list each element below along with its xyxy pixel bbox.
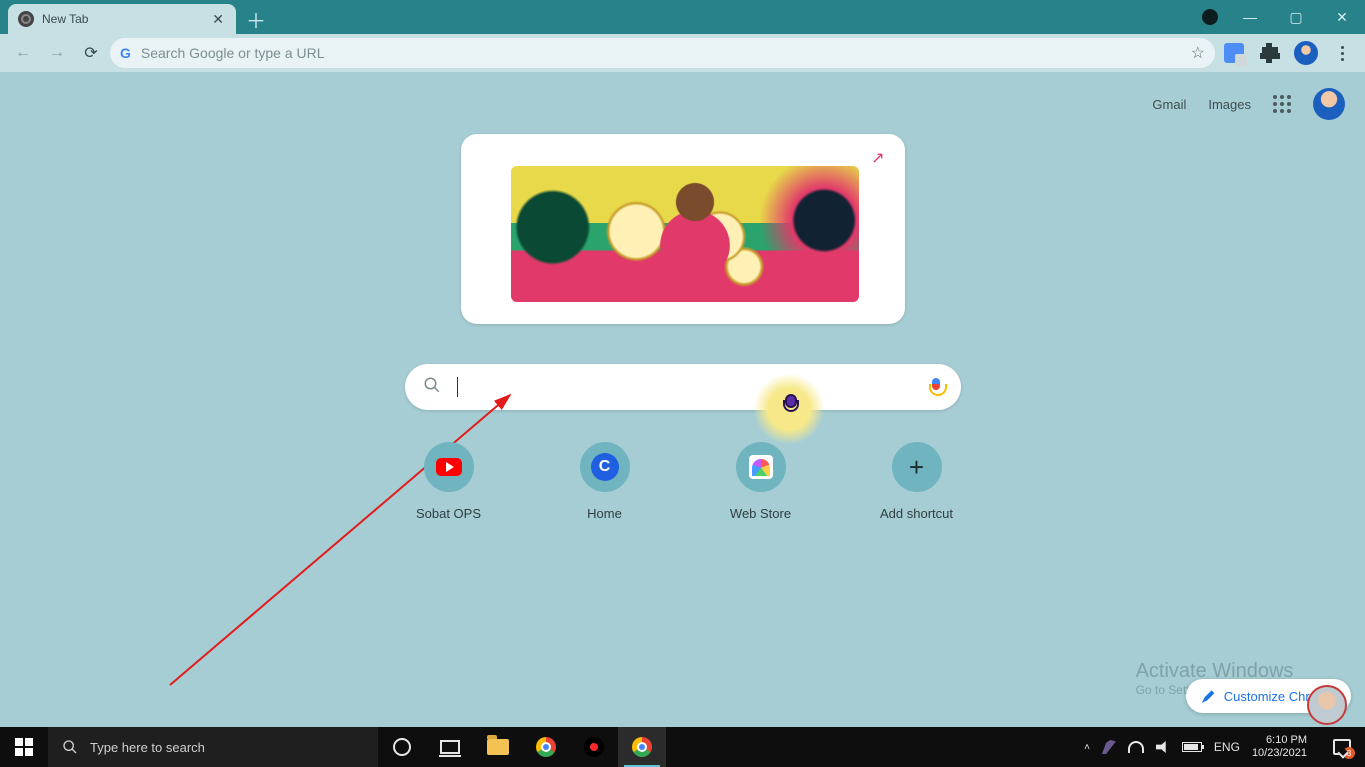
images-link[interactable]: Images xyxy=(1208,97,1251,112)
cortana-icon[interactable] xyxy=(378,727,426,767)
account-avatar-icon[interactable] xyxy=(1313,88,1345,120)
new-tab-button[interactable]: ＋ xyxy=(242,4,270,34)
clock-time: 6:10 PM xyxy=(1252,734,1307,747)
tab-close-icon[interactable]: ✕ xyxy=(212,11,224,28)
shortcut-add[interactable]: + Add shortcut xyxy=(869,442,965,521)
tab-favicon-icon xyxy=(18,11,34,27)
search-icon xyxy=(423,376,441,399)
pencil-icon xyxy=(1202,689,1216,703)
window-update-icon[interactable] xyxy=(1193,0,1227,34)
file-explorer-icon[interactable] xyxy=(474,727,522,767)
extensions-icon[interactable] xyxy=(1255,38,1285,68)
ntp-top-links: Gmail Images xyxy=(1152,88,1345,120)
shortcut-web-store[interactable]: Web Store xyxy=(713,442,809,521)
profile-avatar-icon[interactable] xyxy=(1291,38,1321,68)
language-indicator[interactable]: ENG xyxy=(1214,740,1240,754)
taskbar-search-input[interactable] xyxy=(90,740,364,755)
youtube-icon xyxy=(436,458,462,476)
nav-back-button[interactable]: ← xyxy=(8,38,38,68)
home-c-icon: C xyxy=(591,453,619,481)
browser-toolbar: ← → ⟳ G ☆ xyxy=(0,34,1365,72)
nav-reload-button[interactable]: ⟳ xyxy=(76,38,106,68)
start-button[interactable] xyxy=(0,727,48,767)
bookmark-star-icon[interactable]: ☆ xyxy=(1191,43,1205,63)
omnibox[interactable]: G ☆ xyxy=(110,38,1215,68)
window-minimize-button[interactable]: — xyxy=(1227,0,1273,34)
google-apps-icon[interactable] xyxy=(1273,95,1291,113)
tab-title: New Tab xyxy=(42,12,204,26)
google-doodle-art xyxy=(511,166,859,302)
tray-app-icon[interactable] xyxy=(1102,740,1116,754)
screen-recorder-icon[interactable] xyxy=(570,727,618,767)
new-tab-page: Gmail Images ↗ Sobat OPS C Home xyxy=(0,72,1365,727)
google-doodle-card[interactable]: ↗ xyxy=(461,134,905,324)
shortcut-label: Add shortcut xyxy=(880,506,953,521)
nav-forward-button[interactable]: → xyxy=(42,38,72,68)
clock-date: 10/23/2021 xyxy=(1252,747,1307,760)
task-view-icon[interactable] xyxy=(426,727,474,767)
screen-recorder-avatar-overlay xyxy=(1307,685,1347,725)
wifi-icon[interactable] xyxy=(1128,741,1144,753)
omnibox-input[interactable] xyxy=(141,45,1181,61)
window-maximize-button[interactable]: ▢ xyxy=(1273,0,1319,34)
translate-extension-icon[interactable] xyxy=(1219,38,1249,68)
plus-icon: + xyxy=(909,452,924,483)
ntp-search-box[interactable] xyxy=(405,364,961,410)
voice-search-icon[interactable] xyxy=(929,378,943,396)
window-close-button[interactable]: ✕ xyxy=(1319,0,1365,34)
annotation-arrow xyxy=(165,387,525,697)
titlebar-spacer xyxy=(270,0,1193,34)
taskbar-clock[interactable]: 6:10 PM 10/23/2021 xyxy=(1252,734,1311,759)
shortcut-label: Web Store xyxy=(730,506,791,521)
search-caret xyxy=(457,377,458,397)
chrome-running-icon[interactable] xyxy=(618,727,666,767)
taskbar-pinned xyxy=(378,727,666,767)
windows-taskbar: ˄ ENG 6:10 PM 10/23/2021 3 xyxy=(0,727,1365,767)
shortcut-home[interactable]: C Home xyxy=(557,442,653,521)
action-center-icon[interactable]: 3 xyxy=(1333,739,1351,755)
taskbar-search-icon xyxy=(62,739,78,755)
chrome-menu-button[interactable] xyxy=(1327,38,1357,68)
battery-icon[interactable] xyxy=(1182,742,1202,752)
ntp-shortcuts: Sobat OPS C Home Web Store + Add shortcu… xyxy=(401,442,965,521)
tray-overflow-icon[interactable]: ˄ xyxy=(1084,742,1090,753)
google-g-icon: G xyxy=(120,45,131,61)
shortcut-label: Home xyxy=(587,506,622,521)
window-controls: — ▢ ✕ xyxy=(1193,0,1365,34)
browser-titlebar: New Tab ✕ ＋ — ▢ ✕ xyxy=(0,0,1365,34)
browser-tab-active[interactable]: New Tab ✕ xyxy=(8,4,236,34)
notification-badge: 3 xyxy=(1343,747,1355,759)
doodle-share-icon[interactable]: ↗ xyxy=(871,148,884,168)
toolbar-right xyxy=(1219,38,1357,68)
shortcut-label: Sobat OPS xyxy=(416,506,481,521)
gmail-link[interactable]: Gmail xyxy=(1152,97,1186,112)
shortcut-sobat-ops[interactable]: Sobat OPS xyxy=(401,442,497,521)
volume-icon[interactable] xyxy=(1156,741,1170,753)
web-store-icon xyxy=(749,455,773,479)
taskbar-search[interactable] xyxy=(48,727,378,767)
system-tray: ˄ ENG 6:10 PM 10/23/2021 3 xyxy=(1084,734,1365,759)
chrome-taskbar-icon[interactable] xyxy=(522,727,570,767)
